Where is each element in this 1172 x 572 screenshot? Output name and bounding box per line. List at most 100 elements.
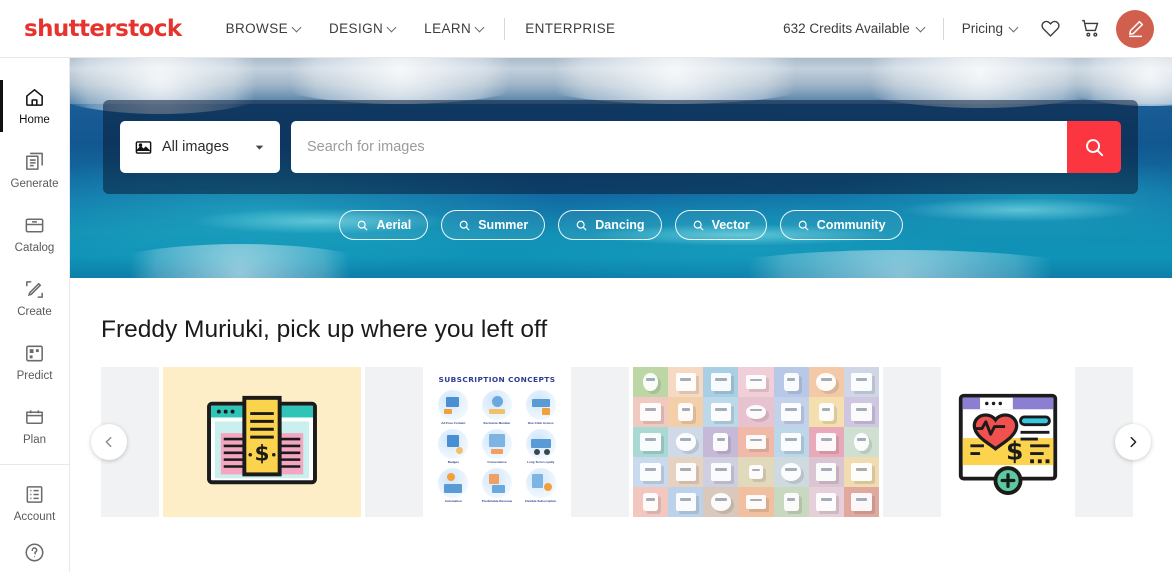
carousel-item-health[interactable]: $ <box>945 367 1071 517</box>
icon-grid-cell <box>633 487 669 517</box>
subscription-icon-grid: Ad Free Content Exclusive Member One Cli… <box>433 390 561 504</box>
search-input-wrapper <box>291 121 1067 173</box>
concept-caption: One Click Access <box>527 421 554 425</box>
nav-item-enterprise[interactable]: ENTERPRISE <box>511 0 629 57</box>
shutterstock-logo[interactable]: shutterstock <box>24 16 182 42</box>
sidebar-item-predict[interactable]: Predict <box>0 330 70 394</box>
suggested-search-chips: Aerial Summer Dancing Vector Community <box>70 210 1172 240</box>
icon-grid-cell <box>703 397 739 427</box>
search-category-dropdown[interactable]: All images <box>120 121 280 173</box>
search-category-label: All images <box>162 139 229 155</box>
carousel-next-button[interactable] <box>1115 424 1151 460</box>
carousel-prev-button[interactable] <box>91 424 127 460</box>
top-header: shutterstock BROWSE DESIGN LEARN ENTERPR… <box>0 0 1172 58</box>
carousel-item-placeholder[interactable] <box>883 367 941 517</box>
concept-caption: Ad Free Content <box>441 421 466 425</box>
search-submit-button[interactable] <box>1067 121 1121 173</box>
icon-glyph <box>745 435 767 449</box>
concept-caption: Convenience <box>487 459 507 464</box>
sidebar-item-help[interactable] <box>0 535 70 569</box>
credits-label: 632 Credits Available <box>783 21 910 36</box>
favorites-button[interactable] <box>1030 9 1070 49</box>
icon-glyph <box>818 403 834 421</box>
header-actions: 632 Credits Available Pricing <box>771 9 1154 49</box>
nav-item-browse[interactable]: BROWSE <box>212 0 315 57</box>
search-icon <box>798 220 809 230</box>
carousel-item-placeholder[interactable] <box>571 367 629 517</box>
icon-glyph <box>816 463 837 481</box>
concept-icon <box>481 467 512 498</box>
sidebar-label-plan: Plan <box>22 434 47 446</box>
concept-icon <box>525 467 556 498</box>
icon-grid-cell <box>808 487 844 517</box>
avatar[interactable] <box>1116 9 1154 48</box>
icon-glyph <box>675 373 696 391</box>
chip-dancing[interactable]: Dancing <box>558 210 662 240</box>
subscription-cell: Exclusive Member <box>477 390 518 426</box>
icon-glyph <box>675 463 696 481</box>
chip-label: Aerial <box>376 218 412 232</box>
pricing-label: Pricing <box>961 21 1003 36</box>
concept-caption: Badges <box>447 459 459 464</box>
app-root: shutterstock BROWSE DESIGN LEARN ENTERPR… <box>0 0 1172 572</box>
chevron-down-icon <box>917 24 925 32</box>
chip-label: Community <box>816 218 886 232</box>
icon-grid-cell <box>738 397 774 427</box>
chip-vector[interactable]: Vector <box>674 210 767 240</box>
carousel-track: $ SUBSCRIPTION CONCEPTS Ad Free Content <box>70 367 1172 517</box>
main-content: Freddy Muriuki, pick up where you left o… <box>70 278 1172 572</box>
nav-item-design[interactable]: DESIGN <box>315 0 410 57</box>
health-billing-illustration: $ <box>945 367 1071 517</box>
search-icon <box>358 220 368 230</box>
icon-grid-cell <box>843 367 879 397</box>
chevron-down-icon <box>1010 24 1018 32</box>
search-icon <box>459 220 470 230</box>
concept-caption: Predictable Revenue <box>481 498 513 503</box>
chevron-down-icon <box>388 24 396 32</box>
pen-icon <box>1128 20 1143 38</box>
carousel-item-invoice[interactable]: $ <box>163 367 361 517</box>
concept-icon <box>438 390 469 420</box>
icon-glyph <box>780 403 802 421</box>
nav-learn-label: LEARN <box>424 21 472 36</box>
icon-grid-cell <box>738 457 774 487</box>
chip-summer[interactable]: Summer <box>441 210 546 240</box>
pricing-dropdown[interactable]: Pricing <box>950 21 1030 36</box>
icon-grid-cell <box>738 367 774 397</box>
chip-community[interactable]: Community <box>779 210 903 240</box>
cart-button[interactable] <box>1070 9 1110 49</box>
sidebar-item-create[interactable]: Create <box>0 266 70 330</box>
chip-aerial[interactable]: Aerial <box>339 210 429 240</box>
icon-glyph <box>643 493 658 511</box>
home-icon <box>26 89 43 106</box>
health-art: $ <box>958 393 1058 495</box>
plan-icon <box>26 410 43 425</box>
sidebar-item-plan[interactable]: Plan <box>0 394 70 458</box>
sidebar-item-generate[interactable]: Generate <box>0 138 70 202</box>
icon-grid-cell <box>668 487 704 517</box>
subscription-cell: Long Term Loyalty <box>520 428 561 465</box>
main-nav: BROWSE DESIGN LEARN ENTERPRISE <box>212 0 630 57</box>
sidebar-item-catalog[interactable]: Catalog <box>0 202 70 266</box>
carousel-item-placeholder[interactable] <box>365 367 423 517</box>
icon-glyph <box>710 373 732 391</box>
icon-glyph <box>851 373 872 391</box>
icon-glyph <box>640 403 661 421</box>
subscription-cell: Predictable Revenue <box>477 467 518 504</box>
subscription-cell: Badges <box>433 428 474 465</box>
carousel-item-subscription-concepts[interactable]: SUBSCRIPTION CONCEPTS Ad Free Content Ex… <box>427 367 567 517</box>
nav-item-learn[interactable]: LEARN <box>410 0 498 57</box>
subscription-concepts-illustration: SUBSCRIPTION CONCEPTS Ad Free Content Ex… <box>427 367 567 517</box>
icon-glyph <box>816 493 837 511</box>
sidebar-item-account[interactable]: Account <box>0 471 70 535</box>
flat-icon-grid-illustration <box>633 367 879 517</box>
icon-grid-cell <box>633 367 669 397</box>
icon-grid-cell <box>773 367 809 397</box>
icon-grid-cell <box>703 367 739 397</box>
left-sidebar: Home Generate Catalog Create Predict Pla… <box>0 58 70 572</box>
search-input[interactable] <box>307 139 1051 155</box>
sidebar-item-home[interactable]: Home <box>0 74 70 138</box>
carousel-item-icon-grid[interactable] <box>633 367 879 517</box>
predict-icon <box>26 345 43 362</box>
credits-dropdown[interactable]: 632 Credits Available <box>771 21 937 36</box>
